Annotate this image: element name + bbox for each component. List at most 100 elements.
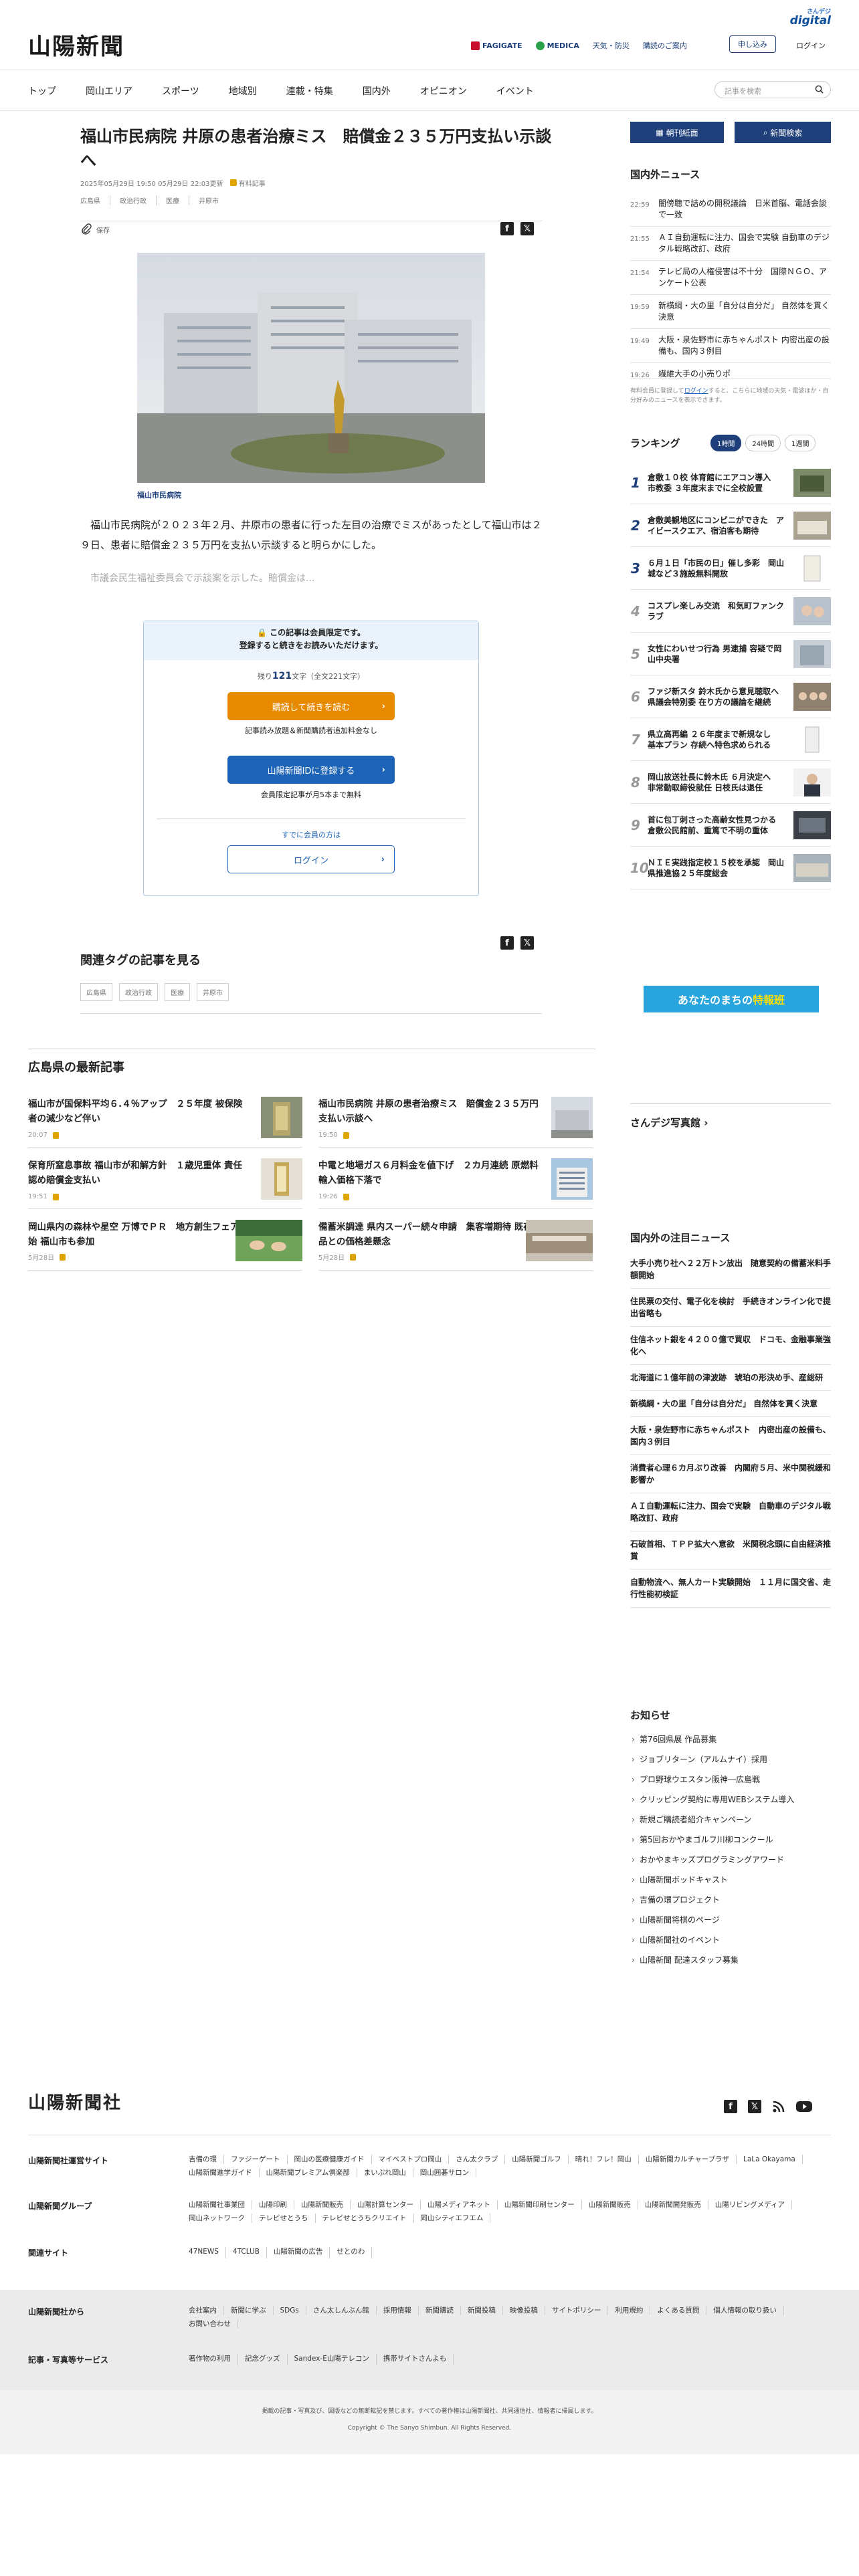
footer-link[interactable]: LaLa Okayama xyxy=(737,2155,803,2164)
nav-item-region[interactable]: 地域別 xyxy=(229,84,257,98)
footer-link[interactable]: せとのわ xyxy=(330,2247,373,2258)
ranking-item[interactable]: 2 倉敷美観地区にコンビニができた アイビースクエア、宿泊客も期待 xyxy=(630,504,831,547)
x-share-icon[interactable]: 𝕏 xyxy=(520,936,534,950)
footer-link[interactable]: 山陽新聞販売 xyxy=(582,2200,638,2210)
ranking-item[interactable]: 1 倉敷１０校 体育館にエアコン導入 市教委 ３年度末までに全校設置 xyxy=(630,461,831,504)
footer-link[interactable]: 岡山の医療健康ガイド xyxy=(288,2155,372,2164)
notice-item[interactable]: 第5回おかやまゴルフ川柳コンクール xyxy=(630,1830,831,1850)
login-link[interactable]: ログイン xyxy=(796,40,826,51)
header-link-medica[interactable]: MEDICA xyxy=(535,40,579,51)
ranking-item[interactable]: 7 県立高再編 ２６年度まで新規なし 基本プラン 存続へ特色求められる xyxy=(630,718,831,761)
ranking-item[interactable]: 6 ファジ新スタ 鈴木氏から意見聴取へ 県議会特別委 在り方の議論を継続 xyxy=(630,675,831,718)
notice-item[interactable]: 山陽新聞 配達スタッフ募集 xyxy=(630,1950,831,1970)
footer-link[interactable]: 山陽新聞印刷センター xyxy=(498,2200,582,2210)
news-item[interactable]: 19:49 大阪・泉佐野市に赤ちゃんポスト 内密出産の設備も、国内３例目 xyxy=(630,329,831,363)
morning-paper-button[interactable]: ▦ 朝刊紙面 xyxy=(630,122,724,143)
footer-link[interactable]: 携帯サイトさんよも xyxy=(377,2354,454,2365)
latest-article-card[interactable]: 岡山県内の森林や星空 万博でＰＲ 地方創生フェア開始 福山市も参加 5月28日 xyxy=(28,1220,302,1271)
footer-link[interactable]: 記念グッズ xyxy=(238,2354,288,2365)
latest-article-card[interactable]: 備蓄米調達 県内スーパー続々申請 集客増期待 既存品との価格差懸念 5月28日 xyxy=(318,1220,593,1271)
footer-link[interactable]: 岡山シティエフエム xyxy=(414,2214,491,2223)
ranking-tab-1h[interactable]: 1時間 xyxy=(710,435,742,451)
subscribe-button[interactable]: 申し込み xyxy=(729,35,776,53)
footer-link[interactable]: 47NEWS xyxy=(182,2247,226,2258)
footer-link[interactable]: 山陽新聞ゴルフ xyxy=(505,2155,569,2164)
nav-item-events[interactable]: イベント xyxy=(496,84,534,98)
tag-link[interactable]: 政治行政 xyxy=(120,195,157,205)
footer-link[interactable]: 晴れ！フレ！岡山 xyxy=(569,2155,639,2164)
footer-link[interactable]: 山陽新聞カルチャープラザ xyxy=(639,2155,737,2164)
search-icon[interactable] xyxy=(815,85,824,94)
paper-search-button[interactable]: ⌕ 新聞検索 xyxy=(735,122,831,143)
footer-link[interactable]: 採用情報 xyxy=(377,2306,419,2315)
photo-gallery-heading[interactable]: さんデジ写真館 › xyxy=(630,1115,708,1130)
footer-link[interactable]: 山陽新聞進学ガイド xyxy=(182,2168,260,2177)
footer-link[interactable]: まいぷれ岡山 xyxy=(357,2168,413,2177)
footer-link[interactable]: 利用規約 xyxy=(608,2306,651,2315)
notice-item[interactable]: プロ野球ウエスタン阪神―広島戦 xyxy=(630,1769,831,1790)
footer-link[interactable]: 山陽メディアネット xyxy=(421,2200,498,2210)
footer-link[interactable]: 会社案内 xyxy=(182,2306,224,2315)
footer-link[interactable]: お問い合わせ xyxy=(182,2319,238,2329)
ranking-tab-24h[interactable]: 24時間 xyxy=(745,435,781,451)
footer-link[interactable]: Sandex-E山陽テレコン xyxy=(288,2354,377,2365)
news-item[interactable]: 21:55 ＡＩ自動運転に注力、国会で実験 自動車のデジタル戦略改訂、政府 xyxy=(630,227,831,261)
footer-link[interactable]: 山陽リビングメディア xyxy=(708,2200,793,2210)
news-item[interactable]: 21:54 テレビ局の人権侵害は不十分 国際ＮＧＯ、アンケート公表 xyxy=(630,261,831,295)
rss-icon[interactable] xyxy=(772,2100,785,2113)
ranking-item[interactable]: 8 岡山放送社長に鈴木氏 ６月決定へ 非常勤取締役就任 日枝氏は退任 xyxy=(630,761,831,804)
notice-item[interactable]: クリッピング契約に専用WEBシステム導入 xyxy=(630,1790,831,1810)
nav-item-sports[interactable]: スポーツ xyxy=(162,84,199,98)
nav-item-features[interactable]: 連載・特集 xyxy=(286,84,333,98)
notice-item[interactable]: 山陽新聞社のイベント xyxy=(630,1930,831,1950)
site-logo[interactable]: 山陽新聞 xyxy=(28,28,124,61)
featured-news-item[interactable]: 新横綱・大の里「自分は自分だ」 自然体を貫く決意 xyxy=(630,1391,831,1417)
footer-link[interactable]: 新聞に学ぶ xyxy=(224,2306,274,2315)
featured-news-item[interactable]: 住信ネット銀を４２００億で買収 ドコモ、金融事業強化へ xyxy=(630,1327,831,1365)
ranking-item[interactable]: 5 女性にわいせつ行為 男逮捕 容疑で岡山中央署 xyxy=(630,633,831,675)
footer-link[interactable]: 岡山ネットワーク xyxy=(182,2214,252,2223)
featured-news-item[interactable]: 北海道に１億年前の津波跡 琥珀の形決め手、産総研 xyxy=(630,1365,831,1391)
tag-link[interactable]: 広島県 xyxy=(80,195,110,205)
footer-link[interactable]: ファジーゲート xyxy=(224,2155,288,2164)
tokuhoban-banner[interactable]: あなたのまちの 特報班 xyxy=(644,986,819,1012)
footer-link[interactable]: 著作物の利用 xyxy=(182,2354,238,2365)
ranking-tab-1w[interactable]: 1週間 xyxy=(785,435,816,451)
related-tag[interactable]: 医療 xyxy=(165,983,190,1001)
footer-link[interactable]: 山陽印刷 xyxy=(252,2200,294,2210)
nav-item-top[interactable]: トップ xyxy=(28,84,56,98)
latest-article-card[interactable]: 保育所窒息事故 福山市が和解方針 １歳児重体 責任認め賠償金支払い 19:51 xyxy=(28,1158,302,1209)
news-item[interactable]: 22:59 闇傍聴で詰めの開税議論 日米首脳、電話会談で一致 xyxy=(630,193,831,227)
latest-article-card[interactable]: 福山市民病院 井原の患者治療ミス 賠償金２３５万円支払い示談へ 19:50 xyxy=(318,1097,593,1148)
footer-link[interactable]: よくある質問 xyxy=(650,2306,707,2315)
footer-link[interactable]: 個人情報の取り扱い xyxy=(706,2306,784,2315)
footer-link[interactable]: 山陽新聞開発販売 xyxy=(638,2200,708,2210)
notice-item[interactable]: 第76回県展 作品募集 xyxy=(630,1729,831,1749)
header-link-fagigate[interactable]: FAGIGATE xyxy=(471,40,522,51)
news-login-link[interactable]: ログイン xyxy=(684,388,708,395)
footer-link[interactable]: 山陽新聞プレミアム倶楽部 xyxy=(260,2168,357,2177)
footer-link[interactable]: 4TCLUB xyxy=(226,2247,267,2258)
footer-link[interactable]: さん太しんぶん館 xyxy=(306,2306,377,2315)
notice-item[interactable]: 山陽新聞ボッドキャスト xyxy=(630,1870,831,1890)
ranking-item[interactable]: 9 首に包丁刺さった高齢女性見つかる 倉敷公民館前、重篤で不明の重体 xyxy=(630,804,831,847)
youtube-icon[interactable] xyxy=(796,2100,812,2113)
nav-item-world[interactable]: 国内外 xyxy=(363,84,391,98)
x-share-icon[interactable]: 𝕏 xyxy=(520,222,534,235)
featured-news-item[interactable]: ＡＩ自動運転に注力、国会で実験 自動車のデジタル戦略改訂、政府 xyxy=(630,1493,831,1531)
related-tag[interactable]: 政治行政 xyxy=(119,983,158,1001)
notice-item[interactable]: おかやまキッズプログラミングアワード xyxy=(630,1850,831,1870)
footer-link[interactable]: 新聞投稿 xyxy=(461,2306,503,2315)
footer-link[interactable]: 山陽新聞社事業団 xyxy=(182,2200,252,2210)
related-tag[interactable]: 広島県 xyxy=(80,983,112,1001)
footer-link[interactable]: テレビせとうちクリエイト xyxy=(316,2214,414,2223)
featured-news-item[interactable]: 石破首相、ＴＰＰ拡大へ意欲 米関税念頭に自由経済推賞 xyxy=(630,1531,831,1570)
footer-link[interactable]: 映像投稿 xyxy=(503,2306,545,2315)
footer-link[interactable]: SDGs xyxy=(274,2306,306,2315)
tag-link[interactable]: 井原市 xyxy=(199,195,228,205)
facebook-share-icon[interactable]: f xyxy=(500,222,514,235)
latest-article-card[interactable]: 福山市が国保料平均６.４％アップ ２５年度 被保険者の減少など伴い 20:07 xyxy=(28,1097,302,1148)
subscribe-read-button[interactable]: 購読して続きを読む › xyxy=(227,692,395,720)
featured-news-item[interactable]: 住民票の交付、電子化を検討 手続きオンライン化で提出省略も xyxy=(630,1289,831,1327)
footer-link[interactable]: 岡山囲碁サロン xyxy=(413,2168,477,2177)
